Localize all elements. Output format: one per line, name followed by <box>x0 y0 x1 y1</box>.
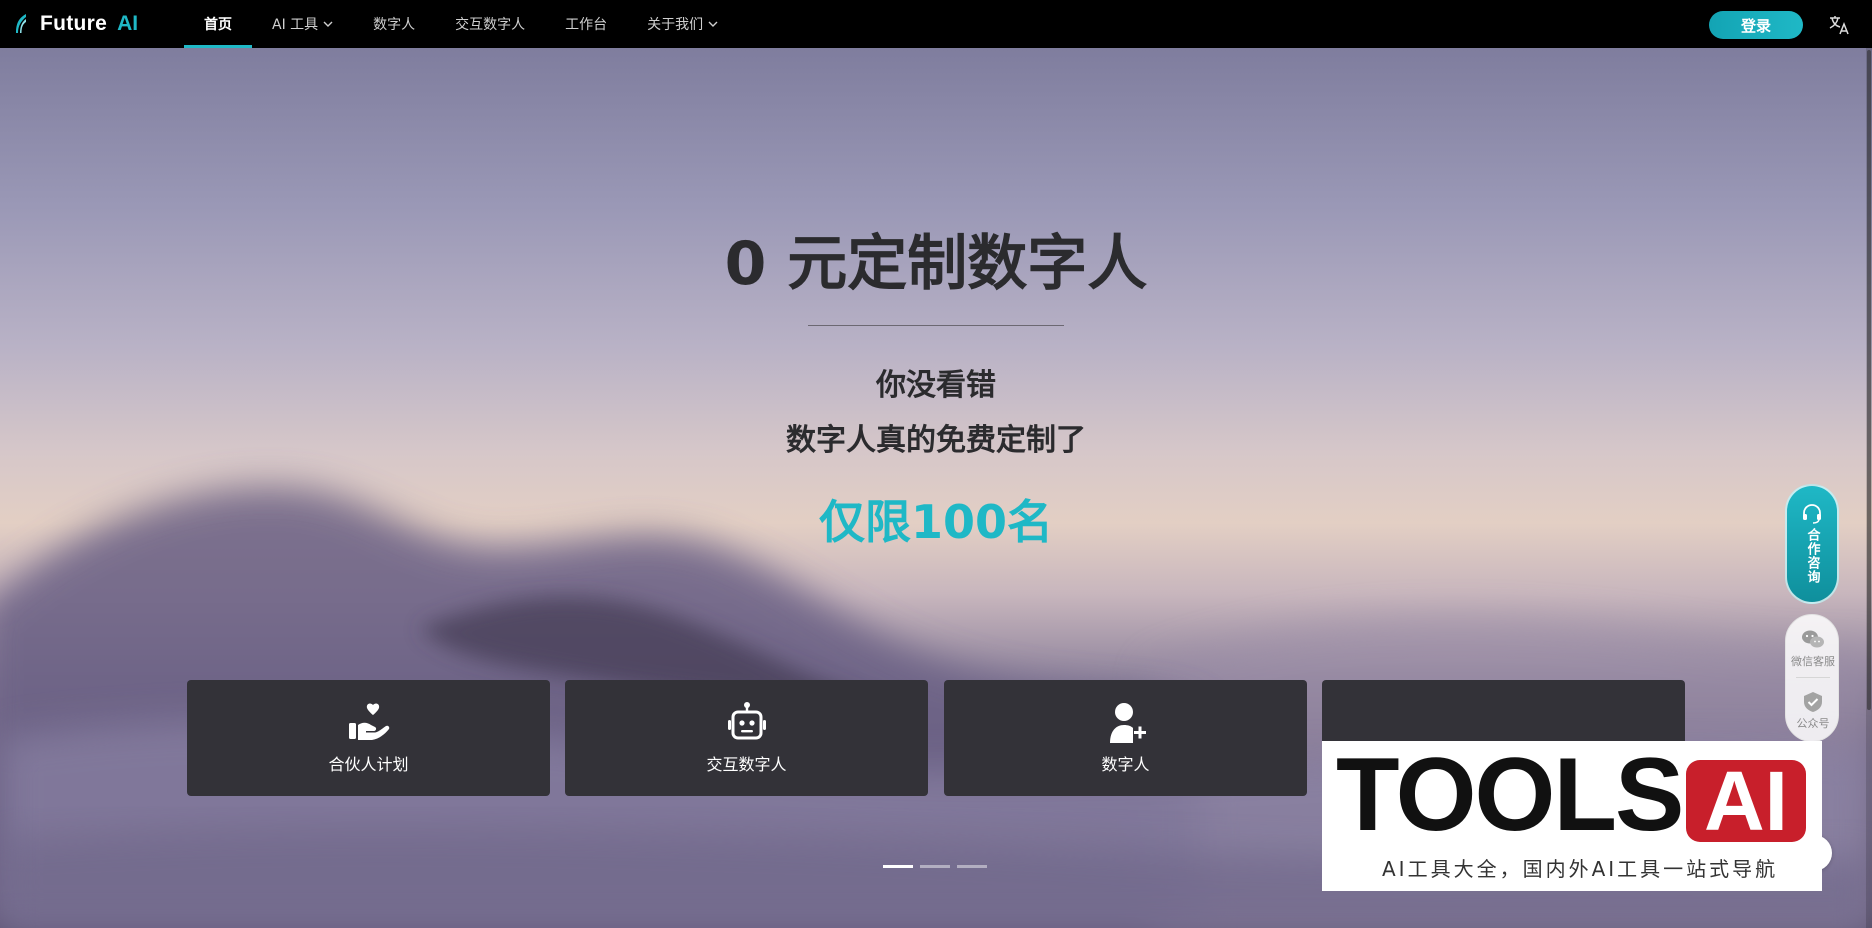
carousel-dot-1[interactable] <box>883 865 913 868</box>
nav-item-workspace[interactable]: 工作台 <box>545 0 627 48</box>
hero-subtitle-line-2: 数字人真的免费定制了 <box>786 423 1086 458</box>
consult-label: 合作咨询 <box>1804 528 1820 584</box>
top-navigation-bar: Future AI 首页 AI 工具 数字人 交互数字人 工作台 关于我们 登录 <box>0 0 1872 48</box>
carousel-indicators <box>883 865 987 868</box>
nav-item-home[interactable]: 首页 <box>184 0 252 48</box>
nav-item-label: 首页 <box>204 17 232 33</box>
side-divider <box>1796 677 1830 678</box>
login-button[interactable]: 登录 <box>1709 11 1803 39</box>
hero-subtitle-line-1: 你没看错 <box>876 368 996 403</box>
card-label: 数字人 <box>1101 755 1150 774</box>
verified-badge-icon <box>1804 692 1822 712</box>
watermark-subtitle: AI工具大全，国内外AI工具一站式导航 <box>1382 857 1779 881</box>
feather-logo-icon <box>16 14 26 33</box>
brand-logo[interactable]: Future AI <box>14 12 170 36</box>
cooperation-consult-button[interactable]: 合作咨询 <box>1785 484 1839 604</box>
hero-highlight: 仅限100名 <box>818 495 1054 549</box>
carousel-dot-3[interactable] <box>957 865 987 868</box>
headset-icon <box>1803 504 1821 524</box>
card-digital-human[interactable]: 数字人 <box>944 680 1307 796</box>
robot-icon <box>727 702 766 740</box>
add-user-icon <box>1109 703 1146 743</box>
chevron-down-icon <box>708 21 718 27</box>
nav-item-about-us[interactable]: 关于我们 <box>627 0 738 48</box>
nav-item-label: 交互数字人 <box>455 17 526 33</box>
nav-item-interactive-digital-human[interactable]: 交互数字人 <box>435 0 545 48</box>
card-partner-plan[interactable]: 合伙人计划 <box>187 680 550 796</box>
card-label: 合伙人计划 <box>328 755 409 774</box>
side-contact-panel: 微信客服 公众号 <box>1785 614 1839 742</box>
main-nav: 首页 AI 工具 数字人 交互数字人 工作台 关于我们 <box>184 0 738 48</box>
card-interactive-digital-human[interactable]: 交互数字人 <box>565 680 928 796</box>
tools-ai-watermark: TOOLS AI AI工具大全，国内外AI工具一站式导航 <box>1322 741 1822 891</box>
hand-heart-icon <box>348 703 389 740</box>
official-account-label: 公众号 <box>1796 717 1830 730</box>
nav-item-label: 数字人 <box>373 17 416 33</box>
hero-divider <box>808 325 1064 326</box>
watermark-badge: AI <box>1686 754 1806 848</box>
nav-item-ai-tools[interactable]: AI 工具 <box>252 0 353 48</box>
wechat-icon <box>1802 630 1824 648</box>
chevron-down-icon <box>323 21 333 27</box>
hero-title: 0 元定制数字人 <box>724 229 1148 299</box>
translate-icon[interactable] <box>1828 14 1850 36</box>
card-label: 交互数字人 <box>706 755 787 774</box>
nav-item-label: AI 工具 <box>272 17 319 33</box>
carousel-dot-2[interactable] <box>920 865 950 868</box>
brand-name: Future <box>40 12 108 35</box>
watermark-title: TOOLS <box>1336 737 1684 853</box>
brand-accent: AI <box>117 12 139 35</box>
wechat-service-button[interactable]: 微信客服 <box>1786 629 1840 669</box>
nav-item-label: 工作台 <box>565 17 608 33</box>
nav-item-digital-human[interactable]: 数字人 <box>353 0 435 48</box>
wechat-service-label: 微信客服 <box>1791 655 1835 668</box>
official-account-button[interactable]: 公众号 <box>1786 691 1840 731</box>
nav-item-label: 关于我们 <box>647 17 704 33</box>
